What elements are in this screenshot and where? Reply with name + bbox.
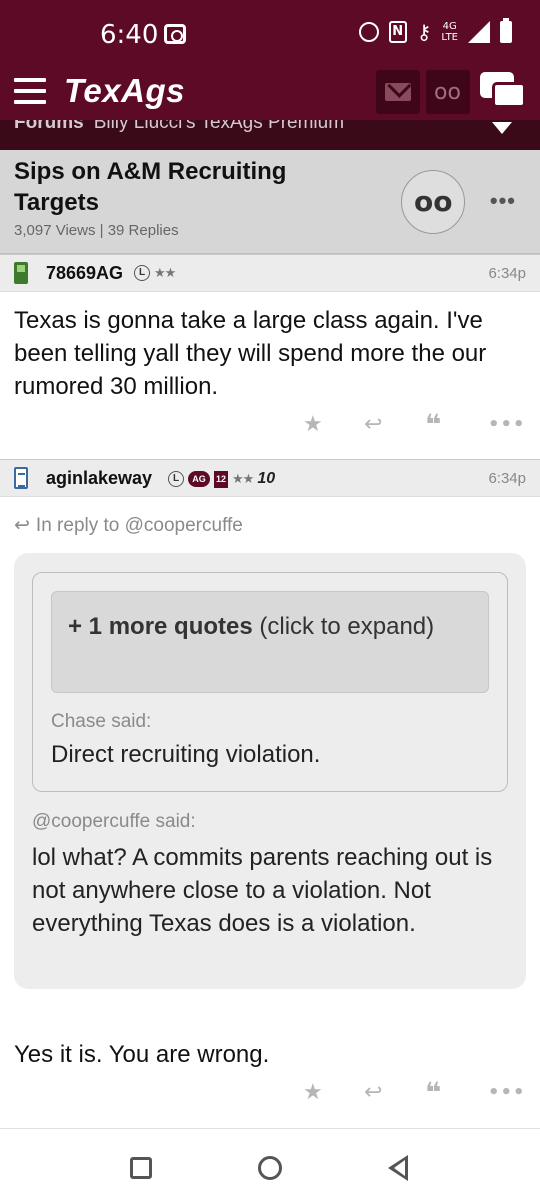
watchlist-button[interactable]: oo — [426, 70, 470, 114]
binoculars-icon: oo — [434, 80, 461, 105]
messages-button[interactable] — [376, 70, 420, 114]
post-more-icon[interactable]: ••• — [488, 414, 526, 435]
system-icons: N ⚷ 4G LTE — [358, 18, 512, 44]
post-actions: ★ ↩ ❝ ••• — [0, 1076, 540, 1112]
star-icon[interactable]: ★ — [303, 1080, 323, 1105]
battery-icon — [500, 18, 512, 43]
thread-replies: 39 Replies — [107, 222, 179, 239]
status-time: 6:40 — [100, 20, 159, 50]
back-icon[interactable] — [388, 1155, 410, 1181]
system-navigation-bar — [0, 1128, 540, 1200]
chat-bubble-icon-front — [492, 82, 526, 108]
thread-views: 3,097 Views — [14, 222, 96, 239]
quote-block: + 1 more quotes (click to expand) Chase … — [14, 553, 526, 989]
nested-quote: + 1 more quotes (click to expand) Chase … — [32, 572, 508, 792]
network-type-label: 4G LTE — [441, 21, 458, 43]
screen-record-icon — [164, 24, 186, 44]
stats-separator: | — [99, 222, 104, 239]
home-icon[interactable] — [258, 1156, 282, 1180]
expand-quotes-button[interactable]: + 1 more quotes (click to expand) — [51, 591, 489, 693]
top-navbar: TexAgs oo — [0, 64, 540, 120]
menu-icon[interactable] — [14, 78, 46, 104]
quote-text: Direct recruiting violation. — [51, 741, 321, 768]
ten-year-badge: 10 — [257, 470, 276, 487]
expand-hint: (click to expand) — [252, 613, 435, 640]
post-username[interactable]: 78669AG — [46, 263, 123, 284]
binoculars-icon: oo — [414, 185, 453, 218]
chat-bubbles-button[interactable] — [480, 72, 526, 112]
post-time: 6:34p — [488, 470, 526, 487]
post-time: 6:34p — [488, 265, 526, 282]
post-body: Yes it is. You are wrong. — [14, 1041, 270, 1068]
reply-icon[interactable]: ↩ — [364, 412, 382, 437]
reply-icon[interactable]: ↩ — [364, 1080, 382, 1105]
texags-logo[interactable]: TexAgs — [64, 72, 185, 110]
breadcrumb-arrow-icon[interactable] — [492, 122, 512, 134]
quote-icon[interactable]: ❝ — [425, 1076, 441, 1109]
notepad-icon — [14, 467, 28, 489]
post-body: Texas is gonna take a large class again.… — [14, 307, 487, 400]
post-username[interactable]: aginlakeway — [46, 468, 152, 489]
alarm-icon — [358, 22, 379, 42]
quote-text: lol what? A commits parents reaching out… — [32, 844, 493, 937]
in-reply-to-text: In reply to @coopercuffe — [35, 515, 243, 536]
recents-icon[interactable] — [130, 1157, 152, 1179]
star-icon[interactable]: ★ — [303, 412, 323, 437]
post-header: 78669AG L ★★ 6:34p — [0, 254, 540, 292]
post-more-icon[interactable]: ••• — [488, 1082, 526, 1103]
thread-more-icon[interactable]: ••• — [490, 188, 516, 214]
breadcrumb-forums[interactable]: Forums — [14, 120, 84, 133]
status-bar: 6:40 N ⚷ 4G LTE — [0, 0, 540, 64]
twelfth-man-badge: 12 — [214, 470, 228, 488]
lifetime-badge: L — [134, 265, 150, 281]
envelope-icon — [385, 83, 411, 101]
user-badges: L ★★ — [134, 265, 176, 281]
breadcrumb: Forums Billy Liucci's TexAgs Premium — [0, 120, 540, 150]
more-quotes-count: + 1 more quotes — [68, 613, 253, 640]
in-reply-to-link[interactable]: ↩ In reply to @coopercuffe — [14, 514, 243, 537]
lifetime-badge: L — [168, 471, 184, 487]
reply-icon: ↩ — [14, 514, 30, 536]
user-badges: L AG 12 ★★ 10 — [168, 470, 275, 488]
nfc-icon: N — [388, 21, 407, 43]
quote-attribution: @coopercuffe said: — [32, 811, 196, 832]
signal-icon — [468, 21, 490, 43]
ag-badge: AG — [188, 471, 210, 487]
mobile-phone-icon — [14, 262, 28, 284]
stars-badge: ★★ — [154, 265, 176, 280]
stars-badge: ★★ — [232, 471, 254, 486]
vpn-key-icon: ⚷ — [416, 20, 432, 44]
post-actions: ★ ↩ ❝ ••• — [0, 408, 540, 444]
watch-thread-button[interactable]: oo — [401, 170, 465, 234]
thread-stats: 3,097 Views | 39 Replies — [14, 222, 179, 239]
breadcrumb-board[interactable]: Billy Liucci's TexAgs Premium — [94, 120, 344, 133]
quote-attribution: Chase said: — [51, 711, 152, 732]
post-header: aginlakeway L AG 12 ★★ 10 6:34p — [0, 459, 540, 497]
thread-header: Sips on A&M Recruiting Targets 3,097 Vie… — [0, 150, 540, 254]
quote-icon[interactable]: ❝ — [425, 408, 441, 441]
thread-title: Sips on A&M Recruiting Targets — [14, 158, 287, 216]
